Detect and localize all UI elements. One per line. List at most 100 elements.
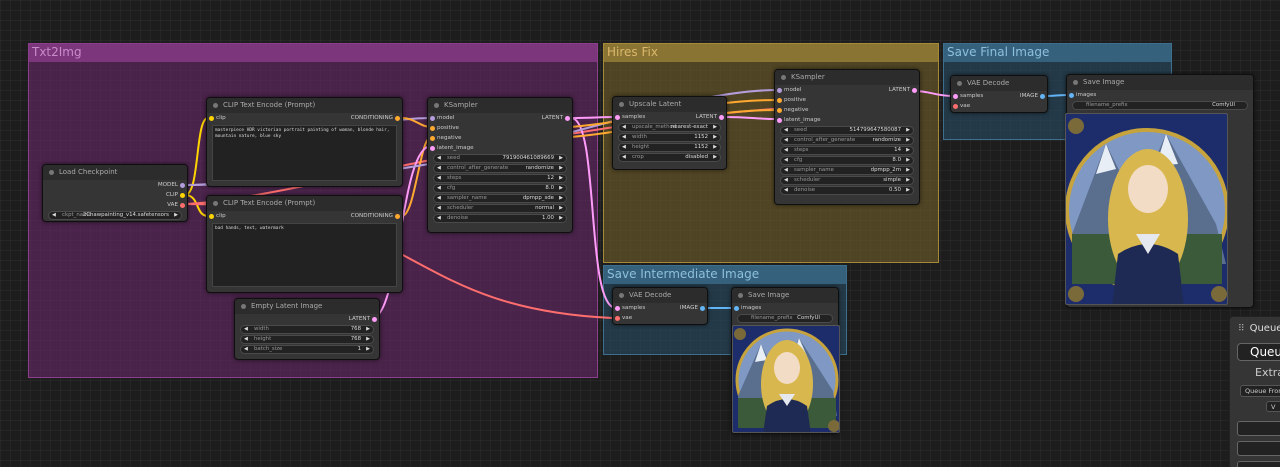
height-widget[interactable]: ◀ height 768 ▶ (240, 335, 374, 344)
image-socket-icon[interactable] (1040, 94, 1045, 99)
collapse-dot-icon[interactable] (49, 170, 54, 175)
arrow-left-icon[interactable]: ◀ (784, 167, 788, 174)
arrow-left-icon[interactable]: ◀ (622, 134, 626, 141)
ckpt-name-combo[interactable]: ◀ ckpt_name 2Chawpainting_v14.safetensors ▶ (48, 211, 182, 220)
node-title[interactable]: Load Checkpoint (43, 165, 187, 180)
input-positive[interactable]: positive (775, 95, 919, 105)
node-vae-decode-final[interactable]: VAE Decode samples IMAGE vae (950, 75, 1048, 113)
arrow-right-icon[interactable]: ▶ (559, 155, 563, 162)
output-clip[interactable]: CLIP (43, 190, 187, 200)
conditioning-socket-icon[interactable] (430, 126, 435, 131)
input-latent-image[interactable]: latent_image (428, 143, 572, 153)
batch-size-widget[interactable]: ◀ batch_size 1 ▶ (240, 345, 374, 354)
arrow-right-icon[interactable]: ▶ (906, 137, 910, 144)
latent-socket-icon[interactable] (777, 118, 782, 123)
node-title[interactable]: KSampler (775, 70, 919, 85)
node-title[interactable]: Upscale Latent (613, 97, 726, 112)
io-row[interactable]: clip CONDITIONING (207, 113, 402, 123)
arrow-right-icon[interactable]: ▶ (366, 336, 370, 343)
collapse-dot-icon[interactable] (781, 75, 786, 80)
arrow-right-icon[interactable]: ▶ (713, 124, 717, 131)
drag-handle-icon[interactable]: ⠿ (1238, 324, 1245, 334)
node-title[interactable]: Save Image (1067, 75, 1253, 90)
vae-socket-icon[interactable] (615, 316, 620, 321)
queue-front-button[interactable]: Queue Front (1240, 385, 1280, 397)
arrow-left-icon[interactable]: ◀ (784, 137, 788, 144)
conditioning-socket-icon[interactable] (777, 108, 782, 113)
height-widget[interactable]: ◀ height 1152 ▶ (618, 143, 721, 152)
conditioning-socket-icon[interactable] (777, 98, 782, 103)
collapse-dot-icon[interactable] (213, 103, 218, 108)
arrow-right-icon[interactable]: ▶ (366, 346, 370, 353)
arrow-right-icon[interactable]: ▶ (559, 195, 563, 202)
node-vae-decode-intermediate[interactable]: VAE Decode samples IMAGE vae (612, 287, 708, 325)
arrow-left-icon[interactable]: ◀ (244, 326, 248, 333)
node-upscale-latent[interactable]: Upscale Latent samples LATENT ◀ upscale_me… (612, 96, 727, 170)
input-images[interactable]: images (732, 303, 838, 313)
group-title[interactable]: Txt2Img (29, 44, 597, 62)
collapse-dot-icon[interactable] (1073, 80, 1078, 85)
seed-widget[interactable]: ◀ seed 791900461089669 ▶ (433, 154, 567, 163)
arrow-left-icon[interactable]: ◀ (437, 155, 441, 162)
arrow-right-icon[interactable]: ▶ (906, 167, 910, 174)
input-negative[interactable]: negative (775, 105, 919, 115)
conditioning-socket-icon[interactable] (395, 116, 400, 121)
arrow-left-icon[interactable]: ◀ (784, 127, 788, 134)
arrow-right-icon[interactable]: ▶ (174, 212, 178, 219)
output-latent[interactable]: LATENT (235, 314, 379, 324)
latent-socket-icon[interactable] (430, 146, 435, 151)
panel-button[interactable] (1237, 421, 1280, 436)
scheduler-widget[interactable]: ◀ scheduler normal ▶ (433, 204, 567, 213)
io-row[interactable]: samples LATENT (613, 112, 726, 122)
model-socket-icon[interactable] (180, 183, 185, 188)
width-widget[interactable]: ◀ width 1152 ▶ (618, 133, 721, 142)
model-socket-icon[interactable] (430, 116, 435, 121)
queue-prompt-button[interactable]: Queue (1237, 343, 1280, 361)
arrow-left-icon[interactable]: ◀ (244, 346, 248, 353)
arrow-right-icon[interactable]: ▶ (559, 185, 563, 192)
arrow-left-icon[interactable]: ◀ (784, 177, 788, 184)
node-clip-text-encode-positive[interactable]: CLIP Text Encode (Prompt) clip CONDITIONI… (206, 97, 403, 187)
latent-socket-icon[interactable] (615, 306, 620, 311)
output-image-preview[interactable] (1065, 113, 1228, 305)
input-samples[interactable]: samples IMAGE (951, 91, 1047, 101)
latent-socket-icon[interactable] (953, 94, 958, 99)
sampler-name-widget[interactable]: ◀ sampler_name dpmpp_sde ▶ (433, 194, 567, 203)
input-positive[interactable]: positive (428, 123, 572, 133)
queue-panel-title[interactable]: ⠿ Queue (1238, 323, 1280, 334)
queue-panel[interactable]: ⠿Queue Queue Extra Queue Front V (1229, 316, 1280, 467)
node-load-checkpoint[interactable]: Load Checkpoint MODEL CLIP VAE ◀ ckpt_nam… (42, 164, 188, 222)
latent-socket-icon[interactable] (719, 115, 724, 120)
vae-socket-icon[interactable] (180, 203, 185, 208)
latent-socket-icon[interactable] (912, 88, 917, 93)
arrow-left-icon[interactable]: ◀ (437, 165, 441, 172)
group-title[interactable]: Save Final Image (944, 44, 1171, 62)
vae-socket-icon[interactable] (953, 104, 958, 109)
image-socket-icon[interactable] (1069, 93, 1074, 98)
arrow-right-icon[interactable]: ▶ (713, 154, 717, 161)
arrow-left-icon[interactable]: ◀ (52, 212, 56, 219)
arrow-right-icon[interactable]: ▶ (906, 177, 910, 184)
arrow-right-icon[interactable]: ▶ (713, 134, 717, 141)
arrow-right-icon[interactable]: ▶ (906, 157, 910, 164)
arrow-left-icon[interactable]: ◀ (784, 157, 788, 164)
arrow-left-icon[interactable]: ◀ (437, 175, 441, 182)
view-queue-button[interactable]: V (1266, 401, 1280, 412)
output-vae[interactable]: VAE (43, 200, 187, 210)
input-vae[interactable]: vae (613, 313, 707, 323)
arrow-left-icon[interactable]: ◀ (437, 185, 441, 192)
arrow-left-icon[interactable]: ◀ (622, 154, 626, 161)
arrow-right-icon[interactable]: ▶ (906, 127, 910, 134)
arrow-right-icon[interactable]: ▶ (906, 147, 910, 154)
arrow-left-icon[interactable]: ◀ (622, 124, 626, 131)
group-title[interactable]: Hires Fix (604, 44, 938, 62)
io-row[interactable]: clip CONDITIONING (207, 211, 402, 221)
arrow-right-icon[interactable]: ▶ (559, 175, 563, 182)
collapse-dot-icon[interactable] (619, 102, 624, 107)
latent-socket-icon[interactable] (565, 116, 570, 121)
node-clip-text-encode-negative[interactable]: CLIP Text Encode (Prompt) clip CONDITIONI… (206, 195, 403, 293)
collapse-dot-icon[interactable] (738, 293, 743, 298)
group-title[interactable]: Save Intermediate Image (604, 266, 846, 284)
collapse-dot-icon[interactable] (619, 293, 624, 298)
collapse-dot-icon[interactable] (213, 201, 218, 206)
